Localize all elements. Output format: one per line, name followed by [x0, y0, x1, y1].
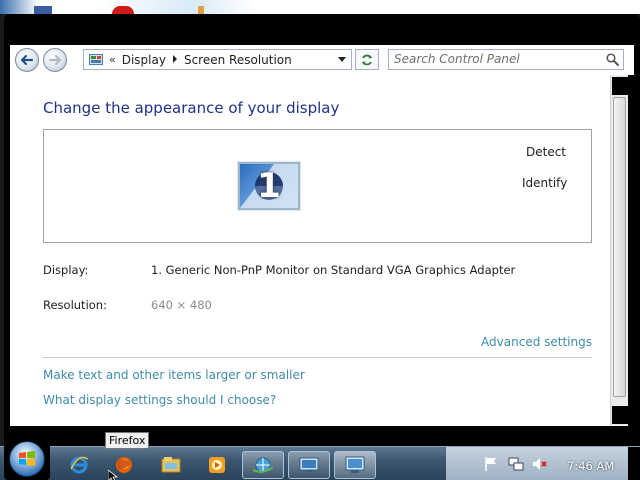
- taskbar-network-app[interactable]: [242, 451, 284, 479]
- internet-explorer-icon: [70, 456, 89, 474]
- breadcrumb-display[interactable]: Display: [122, 53, 166, 67]
- control-panel-display-icon: [345, 456, 365, 473]
- taskbar-explorer[interactable]: [158, 451, 184, 479]
- windows-flag-icon: [19, 451, 35, 466]
- screen-resolution-page: Change the appearance of your display 1 …: [10, 75, 610, 426]
- scroll-down-button[interactable]: [612, 406, 628, 424]
- identify-button[interactable]: Identify: [522, 176, 567, 190]
- search-input[interactable]: Search Control Panel: [388, 49, 624, 70]
- taskbar-media-player[interactable]: [204, 451, 230, 479]
- taskbar-clock[interactable]: 7:46 AM: [567, 459, 614, 473]
- media-player-icon: [209, 457, 225, 473]
- search-placeholder: Search Control Panel: [394, 52, 520, 66]
- volume-muted-icon[interactable]: [532, 456, 548, 472]
- display-label: Display:: [43, 263, 89, 277]
- network-globe-icon: [252, 457, 274, 473]
- monitor-arrangement-panel: 1 Detect Identify: [43, 129, 592, 243]
- window-frame-edge: [628, 75, 640, 426]
- chevron-down-icon: [338, 57, 346, 62]
- page-title: Change the appearance of your display: [43, 99, 340, 117]
- breadcrumb-screen-resolution[interactable]: Screen Resolution: [184, 53, 292, 67]
- show-desktop-button[interactable]: [628, 447, 640, 480]
- address-dropdown-button[interactable]: [333, 50, 351, 69]
- mouse-cursor-icon: [108, 470, 119, 480]
- scroll-thumb[interactable]: [613, 97, 626, 397]
- search-icon[interactable]: [606, 53, 619, 66]
- display-settings-help-link[interactable]: What display settings should I choose?: [43, 393, 276, 407]
- text-size-link[interactable]: Make text and other items larger or smal…: [43, 368, 305, 382]
- breadcrumb-overflow[interactable]: «: [109, 53, 116, 66]
- scroll-up-button[interactable]: [612, 77, 628, 95]
- network-icon[interactable]: [508, 456, 524, 472]
- detect-button[interactable]: Detect: [526, 145, 566, 159]
- address-bar[interactable]: « Display Screen Resolution: [83, 49, 352, 70]
- forward-button[interactable]: [43, 48, 67, 72]
- advanced-settings-link[interactable]: Advanced settings: [481, 335, 592, 349]
- breadcrumb-separator: [172, 53, 178, 66]
- refresh-button[interactable]: [355, 49, 379, 70]
- desktop-background: [0, 0, 640, 14]
- start-button[interactable]: [4, 438, 50, 480]
- display-select[interactable]: 1. Generic Non-PnP Monitor on Standard V…: [151, 263, 515, 277]
- firefox-tooltip: Firefox: [105, 432, 150, 449]
- back-button[interactable]: [15, 48, 39, 72]
- windows-logo-icon: [9, 441, 45, 477]
- desktop-icon-edge: [34, 6, 52, 14]
- forward-arrow-icon: [48, 54, 62, 66]
- action-center-flag-icon[interactable]: [484, 456, 498, 472]
- resolution-select[interactable]: 640 × 480: [151, 298, 212, 312]
- control-panel-icon: [89, 54, 103, 65]
- monitor-1-tile[interactable]: 1: [238, 162, 300, 210]
- taskbar-internet-explorer[interactable]: [66, 451, 92, 479]
- desktop-icon-edge: [112, 6, 134, 14]
- folder-icon: [161, 457, 181, 473]
- refresh-icon: [362, 54, 372, 65]
- taskbar-remote-app[interactable]: [288, 451, 330, 479]
- desktop-icon-edge: [198, 6, 204, 14]
- vertical-scrollbar[interactable]: [610, 75, 628, 426]
- remote-desktop-icon: [299, 457, 319, 472]
- taskbar-control-panel[interactable]: [334, 451, 376, 479]
- chevron-right-icon: [172, 55, 177, 63]
- divider: [43, 357, 592, 358]
- resolution-label: Resolution:: [43, 298, 107, 312]
- monitor-number: 1: [257, 166, 281, 206]
- back-arrow-icon: [20, 54, 34, 66]
